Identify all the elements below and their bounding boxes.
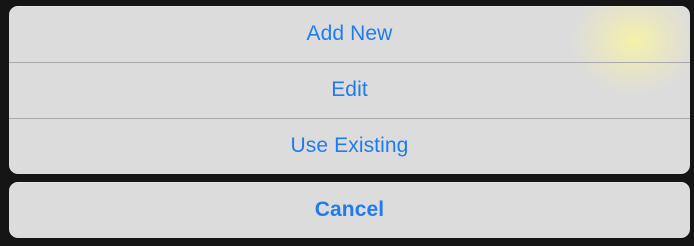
use-existing-button[interactable]: Use Existing (9, 118, 690, 174)
action-sheet-cancel-group: Cancel (9, 182, 690, 238)
cancel-label: Cancel (314, 198, 385, 221)
use-existing-label: Use Existing (290, 134, 409, 157)
add-new-button[interactable]: Add New (9, 6, 690, 62)
action-sheet-options-group: Add New Edit Use Existing (9, 6, 690, 174)
edit-label: Edit (331, 78, 368, 101)
add-new-label: Add New (306, 22, 393, 45)
edit-button[interactable]: Edit (9, 62, 690, 118)
action-sheet: Add New Edit Use Existing Cancel (0, 0, 694, 246)
cancel-button[interactable]: Cancel (9, 182, 690, 238)
